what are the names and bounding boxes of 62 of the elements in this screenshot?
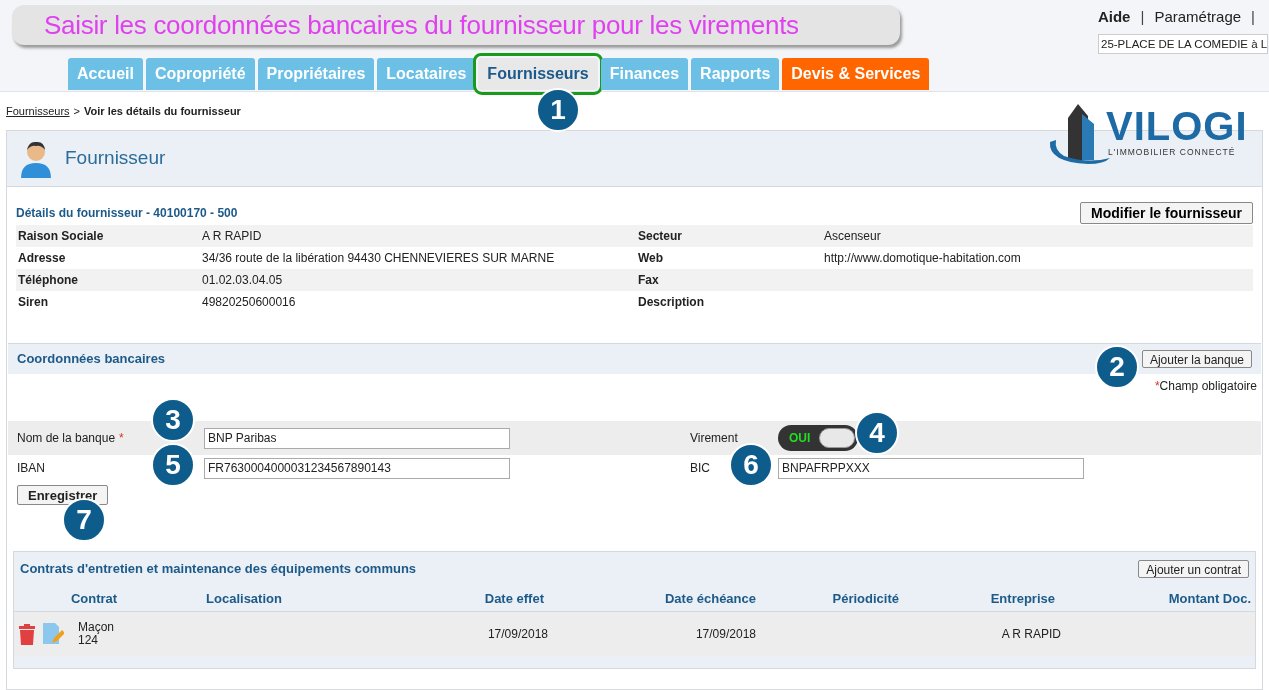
field-value: http://www.domotique-habitation.com [824, 250, 1021, 267]
callout-badge: 3 [151, 398, 195, 442]
breadcrumb-current: Voir les détails du fournisseur [84, 103, 241, 119]
section-title: Détails du fournisseur - 40100170 - 500 [16, 205, 238, 222]
table-cell: 17/09/2018 [487, 627, 548, 641]
breadcrumb-link[interactable]: Fournisseurs [6, 102, 70, 120]
field-label: Nom de la banque [17, 430, 116, 447]
field-value: 49820250600016 [202, 294, 297, 311]
top-link[interactable]: Paramétrage [1154, 6, 1242, 29]
banner-title: Saisir les coordonnées bancaires du fournisseur pour les virements [12, 5, 900, 45]
field-label: Description [638, 294, 705, 311]
field-label: Web [638, 250, 665, 267]
callout-badge: 4 [855, 411, 899, 455]
column-header: Contrat [70, 590, 118, 606]
logo-tagline: L'IMMOBILIER CONNECTÉ [1108, 146, 1236, 159]
field-label: BIC [690, 461, 710, 475]
separator-text: | [1251, 7, 1255, 27]
field-value: 34/36 route de la libération 94430 CHENNEVIERES SUR MARNE [202, 250, 556, 267]
table-cell: A R RAPID [1001, 627, 1061, 641]
building-select[interactable]: 25-PLACE DE LA COMEDIE à L [1098, 34, 1268, 54]
add-contract-button[interactable]: Ajouter un contrat [1138, 560, 1249, 578]
panel-title: Fournisseur [65, 146, 166, 171]
separator-text: | [1140, 7, 1145, 27]
required-mark: * [119, 430, 124, 447]
field-label: Secteur [638, 228, 684, 245]
toggle-switch[interactable]: OUI [778, 425, 858, 451]
column-header: Entreprise [990, 590, 1055, 606]
field-label: Raison Sociale [17, 228, 105, 245]
logo-text: VILOGI [1106, 106, 1248, 146]
breadcrumb-separator: > [73, 103, 80, 119]
table-cell-text: 124 [78, 634, 99, 647]
field-value: Ascenseur [824, 228, 881, 245]
field-label: Adresse [17, 250, 67, 267]
table-cell: 17/09/2018 [695, 627, 756, 641]
column-header: Montant Doc. [1168, 590, 1251, 606]
column-header: Date effet [484, 590, 544, 606]
column-header: Date échéance [664, 590, 756, 606]
field-label: IBAN [17, 461, 45, 475]
input-field[interactable]: BNPAFRPPXXX [778, 457, 1084, 479]
field-label: Téléphone [17, 272, 79, 289]
required-note: Champ obligatoire [1159, 378, 1257, 395]
user-icon [19, 139, 53, 178]
add-bank-button[interactable]: Ajouter la banque [1141, 350, 1252, 368]
column-header: Localisation [206, 590, 282, 606]
callout-badge: 6 [729, 443, 773, 487]
field-label: Fax [638, 272, 660, 289]
column-header: Périodicité [832, 590, 899, 606]
section-title: Contrats d'entretien et maintenance des équipements communs [20, 560, 417, 579]
section-title: Coordonnées bancaires [17, 350, 166, 369]
callout-badge: 1 [536, 88, 580, 132]
trash-icon[interactable] [18, 623, 36, 645]
table-cell: Maçon [78, 621, 115, 634]
field-value: A R RAPID [202, 228, 263, 245]
top-link[interactable]: Aide [1097, 6, 1131, 29]
edit-icon[interactable] [42, 622, 64, 646]
required-mark: * [1154, 378, 1160, 395]
input-field[interactable]: FR7630004000031234567890143 [204, 457, 510, 479]
field-value: 01.02.03.04.05 [202, 272, 284, 289]
edit-supplier-button[interactable]: Modifier le fournisseur [1080, 202, 1253, 224]
input-field[interactable]: BNP Paribas [204, 427, 510, 449]
field-label: Siren [17, 294, 49, 311]
callout-badge: 5 [151, 443, 195, 487]
